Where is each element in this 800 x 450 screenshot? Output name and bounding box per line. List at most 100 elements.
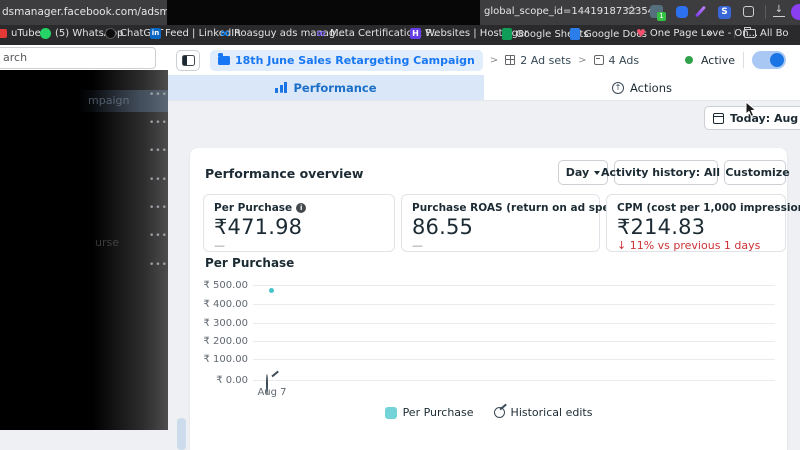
customize-button[interactable]: Customize bbox=[724, 160, 790, 185]
download-icon[interactable]: ↓ bbox=[773, 4, 785, 17]
meta-infinity-icon: ∞ bbox=[220, 26, 230, 40]
gridline bbox=[253, 303, 775, 305]
metric-value: 86.55 bbox=[412, 215, 474, 239]
adsets-grid-icon bbox=[505, 55, 516, 65]
campaign-header: 18th June Sales Retargeting Campaign > 2… bbox=[168, 45, 800, 75]
chart-data-point bbox=[269, 287, 274, 293]
row-menu-dots[interactable]: ••• bbox=[149, 203, 167, 213]
campaign-on-off-toggle[interactable] bbox=[752, 51, 786, 69]
gridline-row: ₹ 300.00 bbox=[190, 317, 775, 329]
row-menu-dots[interactable]: ••• bbox=[149, 118, 167, 128]
extension-icon-blue[interactable] bbox=[676, 6, 688, 18]
y-tick-label: ₹ 300.00 bbox=[203, 317, 248, 329]
info-icon[interactable] bbox=[296, 203, 307, 213]
performance-overview-card: Performance overview Day Activity histor… bbox=[190, 148, 800, 450]
active-status-dot bbox=[684, 56, 693, 64]
row-menu-dots[interactable]: ••• bbox=[149, 260, 167, 270]
sheets-icon bbox=[502, 28, 512, 40]
y-tick-label: ₹ 100.00 bbox=[203, 353, 248, 365]
row-menu-dots[interactable]: ••• bbox=[149, 175, 167, 185]
bookmarks-overflow-chevron[interactable]: » bbox=[707, 28, 713, 39]
legend-per-purchase: Per Purchase bbox=[384, 406, 474, 419]
youtube-icon bbox=[0, 29, 7, 38]
gridline-row: ₹ 200.00 bbox=[190, 335, 775, 347]
sidebar-collapse-button[interactable] bbox=[176, 49, 200, 71]
legend-historical-edits: Historical edits bbox=[493, 406, 592, 419]
card-title: Performance overview bbox=[205, 166, 364, 181]
x-axis-label: Aug 7 bbox=[257, 387, 287, 398]
row-menu-dots[interactable]: ••• bbox=[149, 231, 167, 241]
gridline-row: ₹ 400.00 bbox=[190, 298, 775, 310]
row-menu-dots[interactable]: ••• bbox=[149, 146, 167, 156]
y-tick-label: ₹ 200.00 bbox=[203, 335, 248, 347]
gridline bbox=[253, 358, 775, 360]
bookmark-youtube[interactable]: uTube bbox=[0, 28, 41, 39]
breadcrumb-adsets[interactable]: 2 Ad sets bbox=[505, 54, 571, 67]
folder-icon bbox=[744, 27, 756, 38]
ghost-campaign-text: mpaign bbox=[88, 94, 130, 107]
metric-value: ₹471.98 bbox=[214, 215, 303, 239]
bookmark-star-icon[interactable]: ☆ bbox=[626, 3, 638, 18]
actions-circle-arrow-icon: ↑ bbox=[611, 81, 624, 94]
browser-address-bar[interactable]: dsmanager.facebook.com/adsmanager/mana g… bbox=[0, 0, 800, 25]
whatsapp-icon bbox=[40, 28, 51, 39]
bookmarks-divider: | bbox=[733, 28, 737, 39]
metric-card-per-purchase: Per Purchase ₹471.98 — bbox=[203, 194, 395, 252]
ads-frame-icon bbox=[593, 55, 604, 65]
metric-label: Per Purchase bbox=[214, 202, 293, 214]
mouse-cursor bbox=[745, 101, 757, 118]
legend-swatch-teal bbox=[384, 406, 397, 419]
tab-actions[interactable]: ↑ Actions bbox=[484, 75, 800, 100]
gridline-row: ₹ 0.00 bbox=[190, 374, 775, 386]
view-tabs: Performance ↑ Actions bbox=[168, 75, 800, 101]
metric-card-cpm: CPM (cost per 1,000 impressions) ₹214.83… bbox=[606, 194, 800, 252]
gridline bbox=[253, 379, 775, 381]
extensions-puzzle-icon[interactable] bbox=[743, 6, 754, 17]
y-tick-label: ₹ 500.00 bbox=[203, 279, 248, 291]
extension-s-icon[interactable]: S bbox=[718, 6, 731, 19]
toolbar-divider bbox=[765, 5, 766, 19]
ads-manager-page: arch mpaign urse ••• ••• ••• ••• ••• •••… bbox=[0, 45, 800, 450]
metric-change: — bbox=[412, 239, 423, 252]
y-tick-label: ₹ 0.00 bbox=[216, 374, 248, 386]
metric-change-negative: ↓ 11% vs previous 1 days bbox=[617, 239, 761, 252]
calendar-icon bbox=[713, 112, 724, 124]
docs-icon bbox=[570, 28, 580, 40]
search-input[interactable]: arch bbox=[0, 47, 156, 69]
redacted-tab-area bbox=[167, 0, 480, 25]
gridline bbox=[253, 284, 775, 286]
extension-icon-badged[interactable] bbox=[650, 5, 666, 21]
breadcrumb-separator: > bbox=[489, 54, 499, 66]
breadcrumb: 18th June Sales Retargeting Campaign > 2… bbox=[210, 49, 685, 71]
chart-legend: Per Purchase Historical edits bbox=[190, 406, 787, 419]
bookmark-onepagelove[interactable]: ♥ One Page Love - On... bbox=[636, 28, 758, 39]
row-menu-dots[interactable]: ••• bbox=[149, 90, 167, 100]
chevron-down-icon bbox=[594, 170, 601, 175]
metric-label: Purchase ROAS (return on ad spend) bbox=[412, 202, 630, 214]
activity-history-dropdown[interactable]: Activity history: All bbox=[601, 160, 732, 185]
scrollbar-thumb[interactable] bbox=[177, 418, 186, 450]
chatgpt-icon bbox=[105, 28, 116, 39]
metric-value: ₹214.83 bbox=[617, 215, 706, 239]
linkedin-icon: in bbox=[150, 28, 161, 39]
gridline bbox=[253, 340, 775, 342]
profile-avatar[interactable] bbox=[791, 4, 800, 20]
hostinger-icon: H bbox=[410, 28, 421, 39]
chart-title: Per Purchase bbox=[205, 256, 295, 270]
panel-icon bbox=[181, 54, 195, 66]
extension-pencil-icon[interactable] bbox=[695, 5, 706, 18]
status-label: Active bbox=[700, 53, 735, 67]
metric-card-purchase-roas: Purchase ROAS (return on ad spend) 86.55… bbox=[401, 194, 644, 252]
ghost-row-text: urse bbox=[95, 236, 119, 249]
all-bookmarks-folder[interactable]: All Bo bbox=[744, 27, 789, 39]
breadcrumb-ads[interactable]: 4 Ads bbox=[593, 54, 639, 67]
campaign-status: Active bbox=[684, 51, 786, 69]
breadcrumb-campaign[interactable]: 18th June Sales Retargeting Campaign bbox=[210, 49, 483, 71]
tab-performance[interactable]: Performance bbox=[168, 75, 484, 100]
bar-chart-icon bbox=[275, 82, 288, 93]
meta-infinity-icon: ∞ bbox=[316, 26, 326, 40]
gridline bbox=[253, 322, 775, 324]
y-tick-label: ₹ 400.00 bbox=[203, 298, 248, 310]
bookmarks-bar: uTube (5) WhatsApp ChatGPT in Feed | Link… bbox=[0, 25, 800, 45]
folder-icon bbox=[218, 53, 230, 65]
